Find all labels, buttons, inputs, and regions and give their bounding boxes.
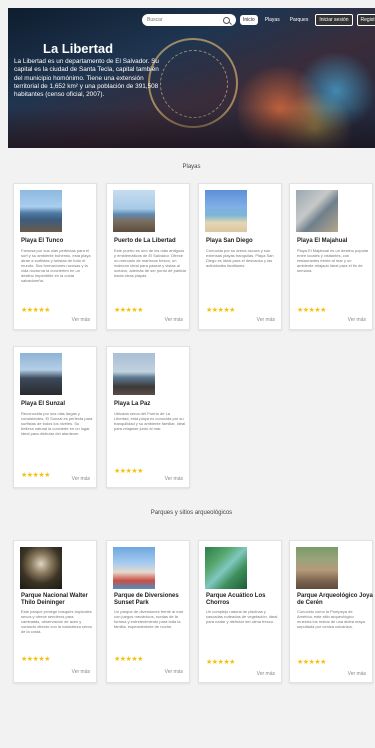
card-parque-walter-thilo: Parque Nacional Walter Thilo Deininger E… bbox=[13, 540, 97, 683]
card-los-chorros: Parque Acuático Los Chorros Un complejo … bbox=[198, 540, 282, 683]
card-description: Famosa por sus olas perfectas para el su… bbox=[21, 248, 91, 283]
card-title: Playa El Tunco bbox=[21, 238, 64, 244]
rating-stars: ★★★★★ bbox=[21, 472, 50, 479]
see-more-link[interactable]: Ver más bbox=[257, 671, 275, 677]
card-playa-el-tunco: Playa El Tunco Famosa por sus olas perfe… bbox=[13, 183, 97, 330]
card-title: Puerto de La Libertad bbox=[114, 238, 176, 244]
rating-stars: ★★★★★ bbox=[21, 307, 50, 314]
card-description: Un parque de diversiones frente al mar c… bbox=[114, 609, 184, 629]
card-description: Un complejo natural de piscinas y cascad… bbox=[206, 609, 278, 624]
rating-stars: ★★★★★ bbox=[114, 656, 143, 663]
top-nav: Inicio Playas Parques Iniciar sesión Reg… bbox=[8, 14, 375, 28]
nav-links: Inicio Playas Parques Iniciar sesión Reg… bbox=[240, 14, 375, 26]
register-button[interactable]: Registrarse bbox=[356, 14, 375, 26]
card-title: Parque Nacional Walter Thilo Deininger bbox=[21, 593, 88, 606]
search-bar[interactable] bbox=[142, 14, 236, 26]
card-image bbox=[20, 547, 62, 589]
see-more-link[interactable]: Ver más bbox=[165, 669, 183, 675]
see-more-link[interactable]: Ver más bbox=[348, 317, 366, 323]
section-title-parks: Parques y sitios arqueológicos bbox=[150, 510, 233, 516]
card-description: Playa El Majahual es un destino popular … bbox=[297, 248, 369, 273]
card-title: Playa San Diego bbox=[206, 238, 253, 244]
see-more-link[interactable]: Ver más bbox=[165, 476, 183, 482]
card-title: Playa El Sunzal bbox=[21, 401, 66, 407]
nav-link-parques[interactable]: Parques bbox=[287, 15, 312, 25]
hero-title: La Libertad bbox=[43, 41, 114, 56]
card-sunset-park: Parque de Diversiones Sunset Park Un par… bbox=[106, 540, 190, 683]
card-image bbox=[113, 190, 155, 232]
nav-link-playas[interactable]: Playas bbox=[262, 15, 283, 25]
card-image bbox=[113, 353, 155, 395]
rating-stars: ★★★★★ bbox=[206, 307, 235, 314]
card-playa-la-paz: Playa La Paz Ubicada cerca del Puerto de… bbox=[106, 346, 190, 488]
card-playa-san-diego: Playa San Diego Conocida por su arena os… bbox=[198, 183, 282, 330]
card-description: Este puerto es uno de los más antiguos y… bbox=[114, 248, 186, 278]
see-more-link[interactable]: Ver más bbox=[348, 671, 366, 677]
card-image bbox=[296, 547, 338, 589]
card-image bbox=[20, 353, 62, 395]
nav-link-inicio[interactable]: Inicio bbox=[240, 15, 258, 25]
rating-stars: ★★★★★ bbox=[114, 468, 143, 475]
card-image bbox=[296, 190, 338, 232]
see-more-link[interactable]: Ver más bbox=[72, 317, 90, 323]
hero-banner: Inicio Playas Parques Iniciar sesión Reg… bbox=[8, 8, 375, 148]
card-description: Ubicada cerca del Puerto de La Libertad,… bbox=[114, 411, 186, 431]
search-input[interactable] bbox=[147, 17, 223, 23]
search-icon[interactable] bbox=[223, 16, 230, 24]
card-image bbox=[113, 547, 155, 589]
card-title: Parque Acuático Los Chorros bbox=[206, 593, 266, 606]
login-button[interactable]: Iniciar sesión bbox=[315, 14, 353, 26]
see-more-link[interactable]: Ver más bbox=[165, 317, 183, 323]
rating-stars: ★★★★★ bbox=[206, 659, 235, 666]
card-title: Playa La Paz bbox=[114, 401, 151, 407]
card-title: Parque Arqueológico Joya de Cerén bbox=[297, 593, 373, 606]
rating-stars: ★★★★★ bbox=[297, 659, 326, 666]
card-joya-de-ceren: Parque Arqueológico Joya de Cerén Conoci… bbox=[289, 540, 373, 683]
card-description: Reconocida por sus olas largas y consist… bbox=[21, 411, 93, 436]
hero-description: La Libertad es un departamento de El Sal… bbox=[14, 58, 159, 99]
rating-stars: ★★★★★ bbox=[21, 656, 50, 663]
rating-stars: ★★★★★ bbox=[114, 307, 143, 314]
see-more-link[interactable]: Ver más bbox=[72, 476, 90, 482]
card-title: Parque de Diversiones Sunset Park bbox=[114, 593, 179, 606]
card-image bbox=[205, 190, 247, 232]
card-title: Playa El Majahual bbox=[297, 238, 348, 244]
see-more-link[interactable]: Ver más bbox=[72, 669, 90, 675]
card-puerto-la-libertad: Puerto de La Libertad Este puerto es uno… bbox=[106, 183, 190, 330]
card-description: Este parque protege bosques tropicales s… bbox=[21, 609, 92, 634]
card-description: Conocido como la Pompeya de América, est… bbox=[297, 609, 365, 629]
section-title-beaches: Playas bbox=[182, 164, 201, 170]
see-more-link[interactable]: Ver más bbox=[257, 317, 275, 323]
rating-stars: ★★★★★ bbox=[297, 307, 326, 314]
card-image bbox=[205, 547, 247, 589]
card-image bbox=[20, 190, 62, 232]
card-description: Conocida por su arena oscura y sus exten… bbox=[206, 248, 274, 268]
card-playa-el-sunzal: Playa El Sunzal Reconocida por sus olas … bbox=[13, 346, 97, 488]
card-playa-el-majahual: Playa El Majahual Playa El Majahual es u… bbox=[289, 183, 373, 330]
